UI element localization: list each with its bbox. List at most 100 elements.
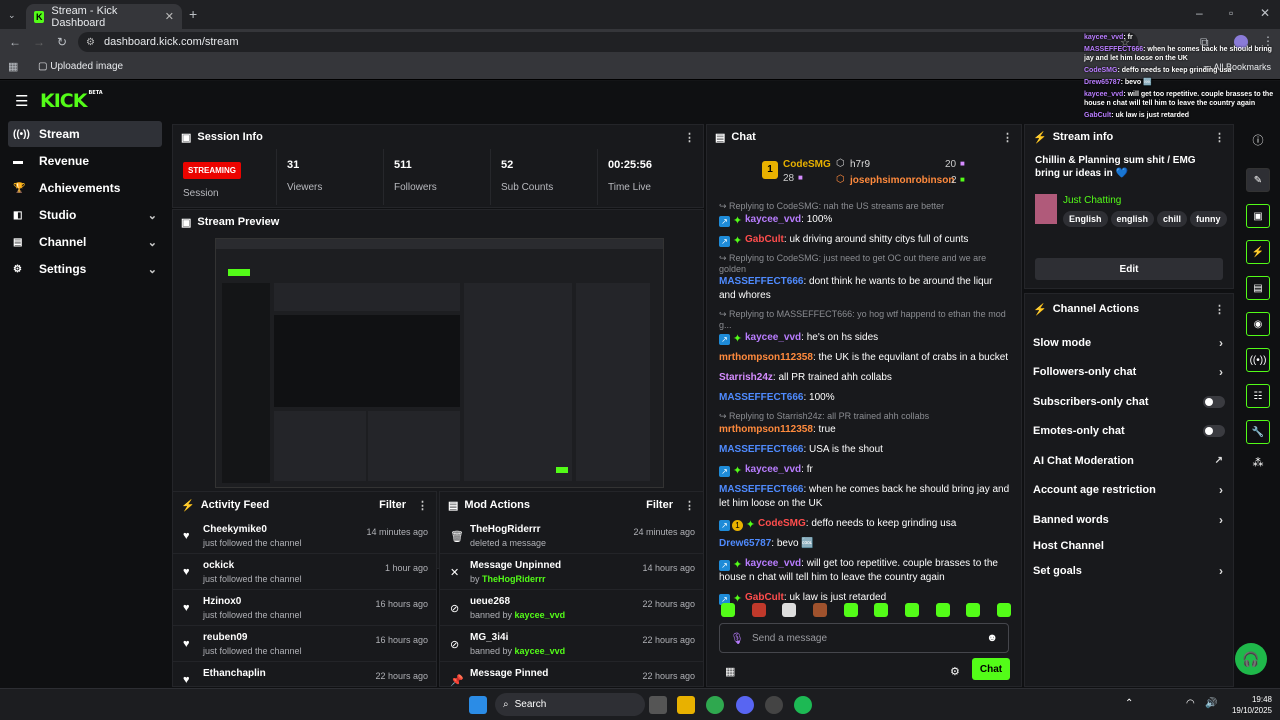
chat-message[interactable]: ↗ ✦ kaycee_vvd: 100% (719, 213, 1011, 227)
chat-message[interactable]: mrthompson112358: true (719, 423, 1011, 437)
more-options-icon[interactable]: ⋮ (684, 131, 695, 144)
chat-message[interactable]: ↗ 1 ✦ CodeSMG: deffo needs to keep grinding… (719, 517, 1011, 531)
chat-username[interactable]: MASSEFFECT666 (719, 484, 803, 495)
emote-icon[interactable] (843, 603, 858, 617)
emote-icon[interactable] (966, 603, 981, 617)
mic-icon[interactable]: 🎙 (730, 632, 744, 645)
subscribers-only-toggle[interactable] (1203, 395, 1225, 408)
chat-message[interactable]: Drew65787: bevo 🆒 (719, 537, 1011, 551)
task-view-icon[interactable] (649, 696, 667, 714)
emote-icon[interactable] (751, 603, 766, 617)
chat-username[interactable]: CodeSMG (758, 518, 806, 529)
sidebar-item-revenue[interactable]: ▬ Revenue (8, 148, 162, 174)
emote-icon[interactable] (996, 603, 1011, 617)
more-options-icon[interactable]: ⋮ (1214, 131, 1225, 144)
site-info-icon[interactable]: ⚙ (86, 37, 95, 48)
category-name[interactable]: Just Chatting (1063, 195, 1121, 206)
chat-bubble-icon[interactable]: ◉ (1246, 312, 1270, 336)
chat-message[interactable]: MASSEFFECT666: 100% (719, 391, 1011, 405)
mod-action-by[interactable]: kaycee_vvd (515, 646, 566, 656)
broadcast-icon[interactable]: ((•)) (1246, 348, 1270, 372)
action-slow-mode[interactable]: Slow mode › (1025, 328, 1233, 358)
steam-icon[interactable] (765, 696, 783, 714)
hamburger-menu-icon[interactable]: ☰ (15, 92, 28, 110)
action-set-goals[interactable]: Set goals › (1025, 557, 1233, 587)
sidebar-item-channel[interactable]: ▤ Channel ⌄ (8, 229, 162, 255)
reply-context[interactable]: ↪ Replying to CodeSMG: just need to get … (719, 253, 1011, 274)
send-chat-button[interactable]: Chat (972, 658, 1010, 680)
windows-start-icon[interactable] (469, 696, 487, 714)
tag-chip[interactable]: chill (1157, 211, 1188, 227)
filter-button[interactable]: Filter (646, 499, 673, 511)
top-gifter-name[interactable]: josephsimonrobinson (850, 175, 954, 186)
chat-username[interactable]: kaycee_vvd (745, 214, 801, 225)
support-button[interactable]: 🎧 (1235, 643, 1267, 675)
emote-icon[interactable] (812, 603, 827, 617)
file-explorer-icon[interactable] (677, 696, 695, 714)
apps-icon[interactable]: ⁂ (1238, 456, 1278, 469)
emote-icon[interactable] (874, 603, 889, 617)
tag-chip[interactable]: funny (1190, 211, 1227, 227)
chat-username[interactable]: kaycee_vvd (745, 332, 801, 343)
chat-username[interactable]: MASSEFFECT666 (719, 276, 803, 287)
chat-username[interactable]: kaycee_vvd (745, 464, 801, 475)
emote-icon[interactable] (782, 603, 797, 617)
apps-grid-icon[interactable]: ▦ (8, 61, 18, 73)
chat-username[interactable]: mrthompson112358 (719, 424, 813, 435)
quick-actions-icon[interactable]: ⚡ (1246, 240, 1270, 264)
more-options-icon[interactable]: ⋮ (1214, 303, 1225, 316)
more-options-icon[interactable]: ⋮ (684, 499, 695, 512)
chat-message[interactable]: ↗ ✦ GabCult: uk driving around shitty city… (719, 233, 1011, 247)
wrench-icon[interactable]: 🔧 (1246, 420, 1270, 444)
more-options-icon[interactable]: ⋮ (417, 499, 428, 512)
sidebar-item-settings[interactable]: ⚙ Settings ⌄ (8, 256, 162, 282)
tab-search-icon[interactable]: ⌄ (8, 9, 16, 21)
volume-icon[interactable]: 🔊 (1205, 698, 1217, 709)
bookmark-item[interactable]: ▢ Uploaded image (38, 61, 123, 72)
mod-view-icon[interactable]: ▣ (1246, 204, 1270, 228)
chat-username[interactable]: Drew65787 (719, 538, 771, 549)
more-options-icon[interactable]: ⋮ (1002, 131, 1013, 144)
tag-chip[interactable]: English (1063, 211, 1108, 227)
browser-tab[interactable]: K Stream - Kick Dashboard ✕ (26, 4, 182, 29)
reply-context[interactable]: ↪ Replying to MASSEFFECT666: yo hog wtf … (719, 309, 1011, 330)
spotify-icon[interactable] (794, 696, 812, 714)
category-thumbnail[interactable] (1035, 194, 1057, 224)
emotes-only-toggle[interactable] (1203, 425, 1225, 438)
action-ai-moderation[interactable]: AI Chat Moderation ↗ (1025, 446, 1233, 476)
clock[interactable]: 19:48 19/10/2025 (1222, 694, 1272, 716)
emoji-picker-icon[interactable]: ☻ (986, 632, 998, 644)
emote-icon[interactable] (721, 603, 735, 617)
chat-message[interactable]: MASSEFFECT666: dont think he wants to be… (719, 275, 1011, 303)
action-banned-words[interactable]: Banned words › (1025, 505, 1233, 535)
chat-username[interactable]: mrthompson112358 (719, 352, 813, 363)
chat-message[interactable]: ↗ ✦ kaycee_vvd: will get too repetitive. c… (719, 557, 1011, 585)
notes-icon[interactable]: ▤ (1246, 276, 1270, 300)
store-icon[interactable]: ▦ (725, 665, 735, 678)
sidebar-item-stream[interactable]: ((•)) Stream (8, 121, 162, 147)
stream-preview-video[interactable] (215, 238, 664, 488)
chat-username[interactable]: GabCult (745, 592, 784, 603)
back-icon[interactable]: ← (9, 36, 21, 48)
sidebar-item-achievements[interactable]: 🏆 Achievements (8, 175, 162, 201)
new-tab-icon[interactable]: + (189, 7, 197, 21)
chat-username[interactable]: MASSEFFECT666 (719, 392, 803, 403)
taskbar-search[interactable]: ⌕ Search (495, 693, 645, 716)
chat-input[interactable]: 🎙 Send a message ☻ (719, 623, 1009, 653)
info-icon[interactable]: ⓘ (1238, 132, 1278, 148)
chat-message[interactable]: ↗ ✦ kaycee_vvd: he's on hs sides (719, 331, 1011, 345)
chat-message[interactable]: mrthompson112358: the UK is the equvilan… (719, 351, 1011, 365)
top-gifter-name[interactable]: h7r9 (850, 159, 870, 170)
sidebar-item-studio[interactable]: ◧ Studio ⌄ (8, 202, 162, 228)
filter-button[interactable]: Filter (379, 499, 406, 511)
close-window-icon[interactable]: ✕ (1260, 7, 1270, 19)
reply-context[interactable]: ↪ Replying to CodeSMG: nah the US stream… (719, 201, 1011, 212)
emote-icon[interactable] (935, 603, 950, 617)
maximize-icon[interactable]: ▫ (1229, 7, 1233, 19)
reload-icon[interactable]: ↻ (57, 36, 67, 48)
emote-icon[interactable] (904, 603, 919, 617)
chat-message[interactable]: ↗ ✦ kaycee_vvd: fr (719, 463, 1011, 477)
reply-context[interactable]: ↪ Replying to Starrish24z: all PR traine… (719, 411, 1011, 422)
tag-chip[interactable]: english (1110, 211, 1155, 227)
forward-icon[interactable]: → (33, 36, 45, 48)
